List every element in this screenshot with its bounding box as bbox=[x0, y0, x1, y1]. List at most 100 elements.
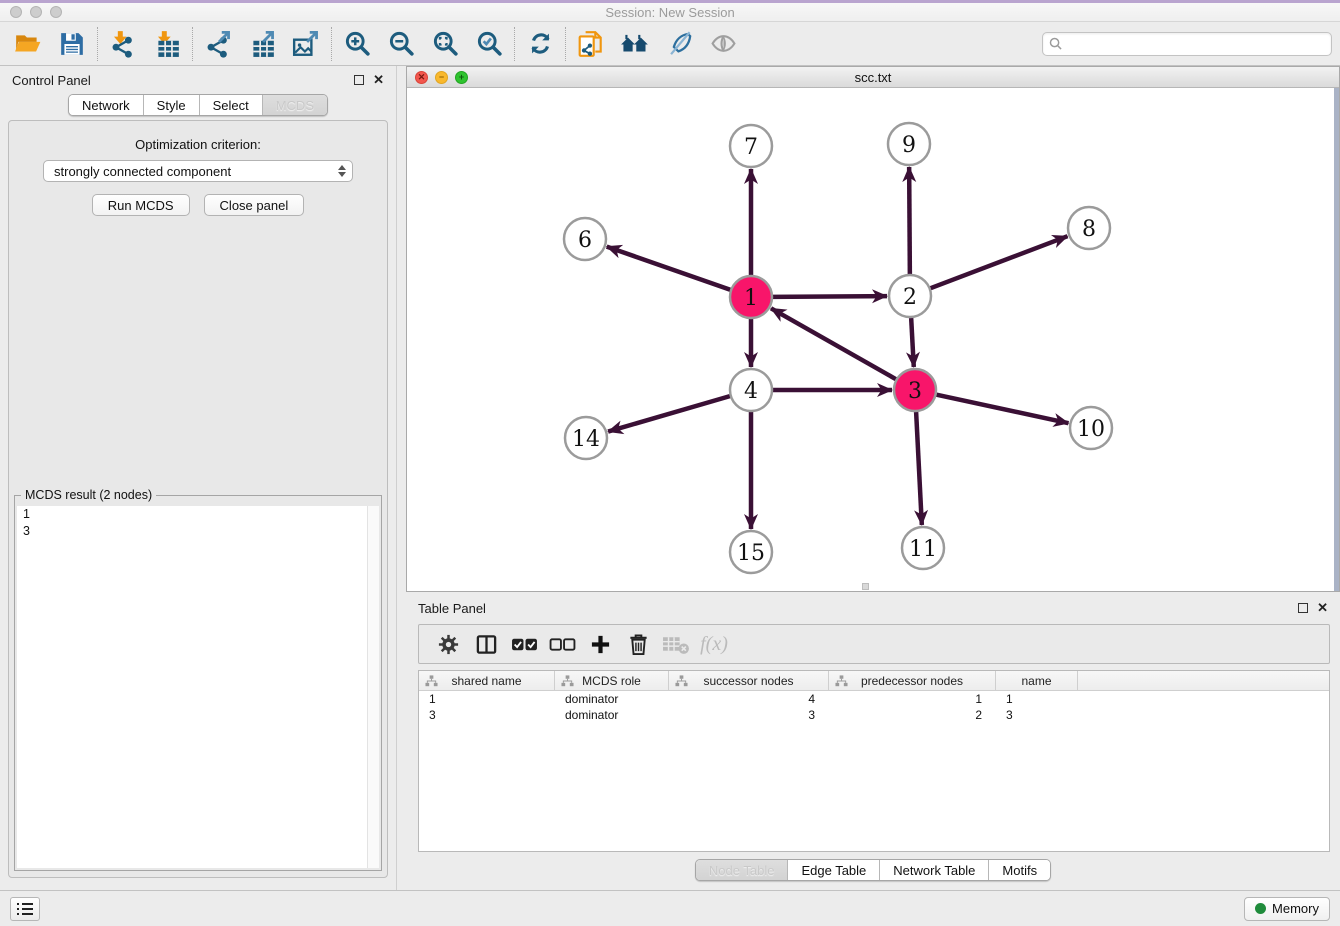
gear-icon[interactable] bbox=[429, 628, 467, 660]
run-mcds-button[interactable]: Run MCDS bbox=[92, 194, 190, 216]
close-panel-icon[interactable]: ✕ bbox=[373, 75, 384, 85]
edge-4-14[interactable] bbox=[608, 396, 730, 431]
zoom-out-icon[interactable] bbox=[379, 26, 423, 62]
float-panel-icon[interactable] bbox=[354, 75, 364, 85]
network-title: scc.txt bbox=[407, 70, 1339, 85]
column-header-name[interactable]: name bbox=[996, 671, 1078, 690]
svg-text:3: 3 bbox=[908, 379, 922, 404]
svg-text:10: 10 bbox=[1077, 417, 1105, 442]
table-cell[interactable]: 1 bbox=[829, 691, 996, 707]
optimization-criterion-dropdown[interactable]: strongly connected component bbox=[43, 160, 353, 182]
table-header-row: shared nameMCDS rolesuccessor nodesprede… bbox=[419, 671, 1329, 691]
export-network-icon[interactable] bbox=[196, 26, 240, 62]
copy-network-icon[interactable] bbox=[569, 26, 613, 62]
graph-node-3[interactable]: 3 bbox=[894, 369, 936, 411]
edge-2-9[interactable] bbox=[909, 167, 910, 274]
add-icon[interactable] bbox=[581, 628, 619, 660]
graph-node-6[interactable]: 6 bbox=[564, 218, 606, 260]
save-session-icon[interactable] bbox=[50, 26, 94, 62]
graph-node-9[interactable]: 9 bbox=[888, 123, 930, 165]
trash-icon[interactable] bbox=[619, 628, 657, 660]
edge-3-11[interactable] bbox=[916, 412, 922, 525]
table-row[interactable]: 3dominator323 bbox=[419, 707, 1329, 723]
panel-splitter[interactable] bbox=[397, 66, 406, 890]
control-tab-network[interactable]: Network bbox=[69, 95, 143, 115]
svg-text:1: 1 bbox=[744, 286, 758, 311]
graph-node-7[interactable]: 7 bbox=[730, 125, 772, 167]
table-cell[interactable]: 2 bbox=[829, 707, 996, 723]
control-tab-mcds[interactable]: MCDS bbox=[262, 95, 327, 115]
table-cell[interactable]: 3 bbox=[669, 707, 829, 723]
graph-node-14[interactable]: 14 bbox=[565, 417, 607, 459]
main-toolbar bbox=[0, 22, 1340, 66]
graph-node-11[interactable]: 11 bbox=[902, 527, 944, 569]
open-file-icon[interactable] bbox=[6, 26, 50, 62]
table-tab-edge-table[interactable]: Edge Table bbox=[787, 860, 879, 880]
control-panel: Control Panel ✕ NetworkStyleSelectMCDS O… bbox=[0, 66, 397, 890]
split-panel-icon[interactable] bbox=[467, 628, 505, 660]
column-header-successor-nodes[interactable]: successor nodes bbox=[669, 671, 829, 690]
tree-icon bbox=[425, 675, 438, 687]
export-table-icon[interactable] bbox=[240, 26, 284, 62]
edge-2-8[interactable] bbox=[931, 236, 1068, 288]
graph-node-15[interactable]: 15 bbox=[730, 531, 772, 573]
hide-style-icon[interactable] bbox=[657, 26, 701, 62]
edge-1-2[interactable] bbox=[773, 296, 887, 297]
graph-node-4[interactable]: 4 bbox=[730, 369, 772, 411]
import-table-icon[interactable] bbox=[145, 26, 189, 62]
table-cell[interactable]: 1 bbox=[419, 691, 555, 707]
graph-node-1[interactable]: 1 bbox=[730, 276, 772, 318]
scrollbar-track[interactable] bbox=[367, 506, 379, 868]
first-neighbors-icon[interactable] bbox=[613, 26, 657, 62]
network-canvas[interactable]: 1 2 3 4 6 7 8 9 10 11 14 15 bbox=[407, 88, 1339, 591]
column-header-shared-name[interactable]: shared name bbox=[419, 671, 555, 690]
toolbar-buttons bbox=[6, 26, 745, 62]
float-table-panel-icon[interactable] bbox=[1298, 603, 1308, 613]
search-box[interactable] bbox=[1042, 32, 1332, 56]
table-cell[interactable]: 1 bbox=[996, 691, 1078, 707]
table-cell[interactable]: 3 bbox=[419, 707, 555, 723]
graph-node-10[interactable]: 10 bbox=[1070, 407, 1112, 449]
table-cell[interactable]: 4 bbox=[669, 691, 829, 707]
table-tab-motifs[interactable]: Motifs bbox=[988, 860, 1050, 880]
refresh-icon[interactable] bbox=[518, 26, 562, 62]
table-panel-header: Table Panel ✕ bbox=[406, 596, 1340, 620]
control-tab-style[interactable]: Style bbox=[143, 95, 199, 115]
select-all-icon[interactable] bbox=[505, 628, 543, 660]
import-network-icon[interactable] bbox=[101, 26, 145, 62]
memory-button[interactable]: Memory bbox=[1244, 897, 1330, 921]
app-title: Session: New Session bbox=[0, 5, 1340, 20]
mcds-result-item[interactable]: 1 bbox=[17, 506, 379, 523]
table-tab-network-table[interactable]: Network Table bbox=[879, 860, 988, 880]
graph-node-2[interactable]: 2 bbox=[889, 275, 931, 317]
edge-3-10[interactable] bbox=[937, 395, 1069, 424]
table-row[interactable]: 1dominator411 bbox=[419, 691, 1329, 707]
edge-1-6[interactable] bbox=[607, 247, 731, 290]
task-history-button[interactable] bbox=[10, 897, 40, 921]
svg-text:9: 9 bbox=[902, 133, 916, 158]
table-cell[interactable]: dominator bbox=[555, 707, 669, 723]
zoom-in-icon[interactable] bbox=[335, 26, 379, 62]
edge-2-3[interactable] bbox=[911, 318, 914, 367]
mcds-result-item[interactable]: 3 bbox=[17, 523, 379, 540]
search-input[interactable] bbox=[1066, 36, 1325, 51]
status-bar: Memory bbox=[0, 890, 1340, 926]
zoom-selected-icon[interactable] bbox=[467, 26, 511, 62]
graph-node-8[interactable]: 8 bbox=[1068, 207, 1110, 249]
export-image-icon[interactable] bbox=[284, 26, 328, 62]
splitter-handle[interactable] bbox=[862, 583, 869, 590]
table-cell[interactable]: dominator bbox=[555, 691, 669, 707]
memory-status-icon bbox=[1255, 903, 1266, 914]
close-table-panel-icon[interactable]: ✕ bbox=[1317, 603, 1328, 613]
column-header-predecessor-nodes[interactable]: predecessor nodes bbox=[829, 671, 996, 690]
svg-text:7: 7 bbox=[744, 135, 758, 160]
deselect-all-icon[interactable] bbox=[543, 628, 581, 660]
control-tab-select[interactable]: Select bbox=[199, 95, 262, 115]
table-toolbar: f(x) bbox=[418, 624, 1330, 664]
zoom-fit-icon[interactable] bbox=[423, 26, 467, 62]
table-tab-node-table[interactable]: Node Table bbox=[696, 860, 788, 880]
close-panel-button[interactable]: Close panel bbox=[204, 194, 305, 216]
edge-3-1[interactable] bbox=[771, 308, 896, 379]
table-cell[interactable]: 3 bbox=[996, 707, 1078, 723]
column-header-mcds-role[interactable]: MCDS role bbox=[555, 671, 669, 690]
